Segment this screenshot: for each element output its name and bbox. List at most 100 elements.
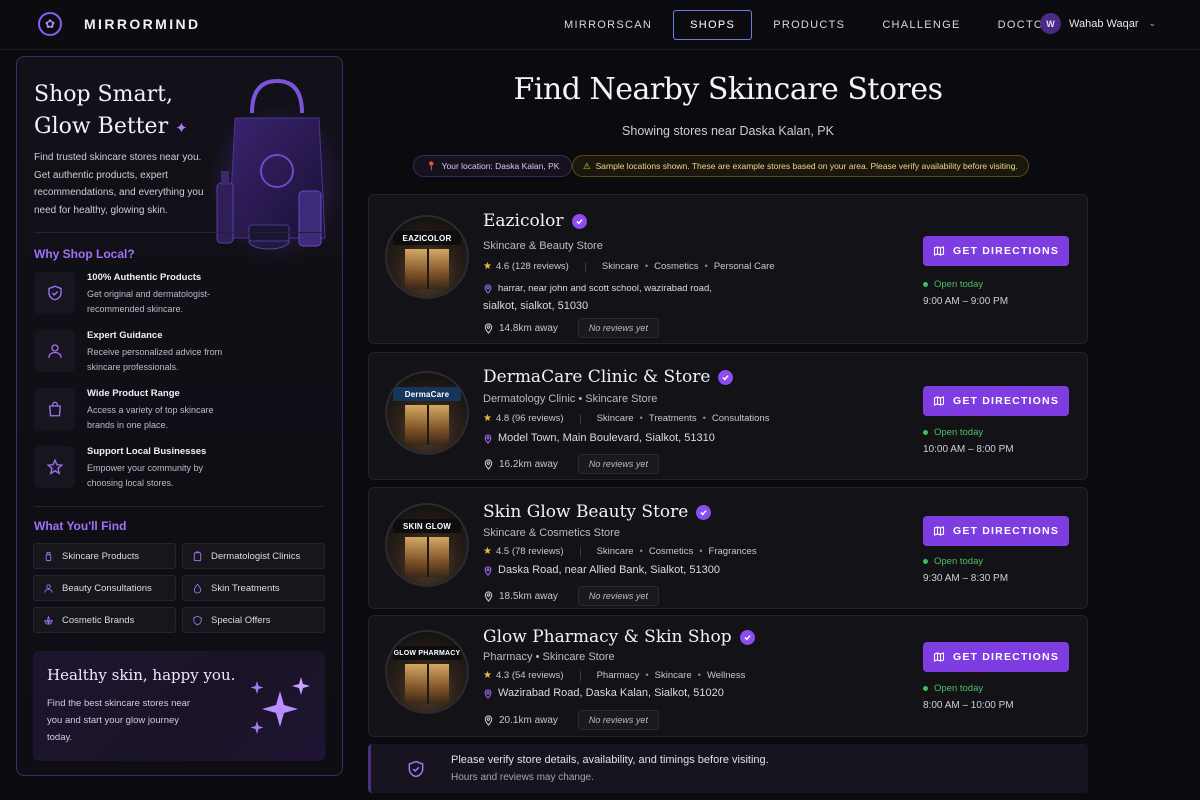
location-text: Your location: Daska Kalan, PK [441,161,560,171]
rating-value: 4.3 [495,670,510,681]
store-door [405,537,449,577]
feature-title: Wide Product Range [87,388,180,399]
store-name: Skin Glow Beauty Store [483,502,712,522]
distance-row: 16.2km away No reviews yet [483,454,659,474]
rating-row: ★ 4.5 (78 reviews) Skincare • Cosmetics • … [483,546,757,557]
distance: 20.1km away [499,714,558,726]
chip-label: Dermatologist Clinics [211,550,301,562]
store-type: Skincare & Cosmetics Store [483,527,620,539]
map-icon [933,652,945,662]
address-row: Wazirabad Road, Daska Kalan, Sialkot, 51… [483,687,724,700]
clipboard-icon [193,550,202,561]
separator [584,261,586,272]
chip-special-offers[interactable]: Special Offers [182,607,325,633]
chip-skin-treatments[interactable]: Skin Treatments [182,575,325,601]
store-door [405,664,449,704]
tag-dot: • [699,546,703,557]
review-count: (128 reviews) [511,261,569,272]
why-shop-local-title: Why Shop Local? [34,247,135,261]
store-photo: EAZICOLOR [385,215,469,299]
location-target-icon [484,590,493,602]
chip-skincare-products[interactable]: Skincare Products [33,543,176,569]
sidebar: Shop Smart, Glow Better ✦ Find trusted s… [16,56,343,776]
tag-dot: • [639,546,643,557]
star-icon: ★ [483,413,492,424]
map-pin-icon [484,284,492,294]
shopping-bag-icon [34,388,75,430]
lotus-icon [44,615,53,625]
chip-label: Beauty Consultations [62,582,152,594]
rating-value: 4.8 [495,413,510,424]
tag: Skincare [596,413,634,424]
person-icon [44,583,53,593]
address: Wazirabad Road, Daska Kalan, Sialkot, 51… [498,687,724,699]
nav-link-shops[interactable]: SHOPS [673,10,753,40]
shield-check-icon [408,760,424,778]
store-type: Skincare & Beauty Store [483,240,603,252]
separator [579,546,581,557]
tag: Wellness [706,670,746,681]
verified-check-icon [739,629,755,645]
open-status: Open today [923,556,983,567]
store-card: DermaCare DermaCare Clinic & Store Derma… [368,352,1088,480]
distance-row: 20.1km away No reviews yet [483,710,659,730]
what-youll-find-title: What You'll Find [34,519,127,533]
top-navbar: ✿ MIRRORMIND MIRRORSCAN SHOPS PRODUCTS C… [0,0,1200,50]
star-icon [34,446,75,488]
button-label: GET DIRECTIONS [952,525,1060,537]
rating-row: ★ 4.3 (54 reviews) Pharmacy • Skincare • W… [483,670,745,681]
nav-link-products[interactable]: PRODUCTS [757,10,861,40]
map-pin-icon [484,689,492,699]
store-card: EAZICOLOR Eazicolor Skincare & Beauty St… [368,194,1088,344]
rating-value: 4.5 [495,546,510,557]
button-label: GET DIRECTIONS [952,245,1060,257]
get-directions-button[interactable]: GET DIRECTIONS [923,642,1069,672]
get-directions-button[interactable]: GET DIRECTIONS [923,386,1069,416]
store-type: Dermatology Clinic • Skincare Store [483,393,658,405]
store-sign: EAZICOLOR [393,231,461,245]
chip-dermatologist-clinics[interactable]: Dermatologist Clinics [182,543,325,569]
no-reviews-badge: No reviews yet [577,710,659,730]
tag-dot: • [639,413,643,424]
tag-dot: • [645,670,649,681]
distance: 16.2km away [499,458,558,470]
status-dot [923,559,928,564]
store-name-text: Eazicolor [483,211,564,231]
shield-check-icon [34,272,75,314]
brand-logo-icon: ✿ [38,12,62,36]
tag: Pharmacy [596,670,640,681]
verify-notice: Please verify store details, availabilit… [368,744,1088,793]
warning-pill: ⚠ Sample locations shown. These are exam… [572,155,1029,177]
sidebar-hero-description: Find trusted skincare stores near you. G… [34,152,204,216]
nav-link-challenge[interactable]: CHALLENGE [866,10,976,40]
sparkles-icon [250,677,310,734]
store-card: SKIN GLOW Skin Glow Beauty Store Skincar… [368,487,1088,609]
chip-label: Skin Treatments [211,582,280,594]
get-directions-button[interactable]: GET DIRECTIONS [923,236,1069,266]
address: Model Town, Main Boulevard, Sialkot, 513… [498,432,715,444]
chip-beauty-consultations[interactable]: Beauty Consultations [33,575,176,601]
user-menu[interactable]: W Wahab Waqar ⌄ [1040,13,1156,34]
tag: Cosmetics [648,546,694,557]
review-count: (78 reviews) [511,546,564,557]
location-target-icon [484,714,493,726]
tag: Fragrances [708,546,757,557]
store-name-text: DermaCare Clinic & Store [483,367,711,387]
store-name-text: Glow Pharmacy & Skin Shop [483,627,732,647]
brand[interactable]: ✿ MIRRORMIND [38,12,201,36]
nav-link-mirrorscan[interactable]: MIRRORSCAN [548,10,668,40]
no-reviews-badge: No reviews yet [577,454,659,474]
distance-row: 14.8km away No reviews yet [483,318,659,338]
verified-check-icon [696,504,712,520]
get-directions-button[interactable]: GET DIRECTIONS [923,516,1069,546]
address-row: harrar, near john and scott school, wazi… [483,281,712,314]
page-title: Find Nearby Skincare Stores [513,72,943,107]
notice-text: Please verify store details, availabilit… [451,754,769,766]
verified-check-icon [718,369,734,385]
no-reviews-badge: No reviews yet [577,586,659,606]
feature-description: Empower your community by choosing local… [87,463,204,488]
chip-cosmetic-brands[interactable]: Cosmetic Brands [33,607,176,633]
status-dot [923,282,928,287]
store-photo: GLOW PHARMACY [385,630,469,714]
store-hours: 9:30 AM – 8:30 PM [923,573,1009,584]
